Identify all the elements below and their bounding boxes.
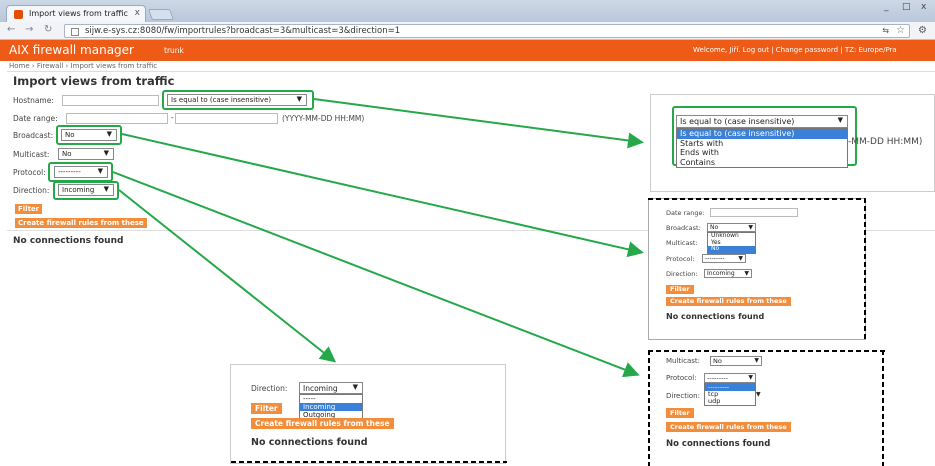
arrow-hostname [313,98,644,149]
annotation-arrows [112,98,644,378]
arrow-broadcast [121,133,644,258]
arrow-protocol [112,171,640,378]
